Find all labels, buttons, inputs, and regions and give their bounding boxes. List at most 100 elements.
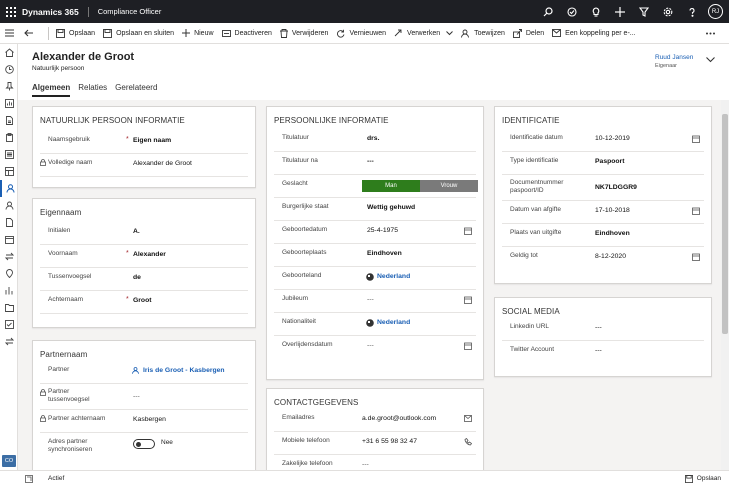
app-name[interactable]: Compliance Officer — [98, 7, 162, 16]
gear-icon[interactable] — [656, 0, 680, 23]
search-icon[interactable] — [536, 0, 560, 23]
field-row[interactable]: Datum van afgifte 17-10-2018 — [502, 201, 704, 224]
field-row[interactable]: Initialen A. — [40, 222, 248, 245]
share-button[interactable]: Delen — [509, 23, 548, 44]
hamburger-menu-icon[interactable] — [0, 29, 18, 37]
calendar-icon[interactable] — [464, 227, 472, 235]
status-save-button[interactable]: Opslaan — [684, 474, 729, 483]
refresh-button[interactable]: Vernieuwen — [332, 23, 390, 44]
field-row[interactable]: Titulatuur drs. — [274, 129, 476, 152]
app-launcher-icon[interactable] — [0, 0, 22, 23]
field-row[interactable]: Mobiele telefoon +31 6 55 98 32 47 — [274, 432, 476, 455]
calendar-icon[interactable] — [692, 135, 700, 143]
field-row[interactable]: Documentnummer paspoort/ID NK7LDGGR9 — [502, 175, 704, 201]
field-row[interactable]: Naamsgebruik * Eigen naam — [40, 131, 248, 154]
partner-link[interactable]: Iris de Groot - Kasbergen — [143, 367, 225, 374]
field-row[interactable]: Overlijdensdatum --- — [274, 336, 476, 359]
sync-toggle[interactable] — [133, 439, 155, 449]
field-row[interactable]: Type identificatie Paspoort — [502, 152, 704, 175]
save-button[interactable]: Opslaan — [52, 23, 99, 44]
calendar-icon[interactable] — [0, 231, 18, 248]
field-row[interactable]: Geboorteland Nederland — [274, 267, 476, 290]
field-value[interactable]: Paspoort — [595, 158, 624, 165]
help-icon[interactable] — [680, 0, 704, 23]
recent-icon[interactable] — [0, 61, 18, 78]
gender-man-button[interactable]: Man — [362, 180, 420, 192]
lightbulb-icon[interactable] — [584, 0, 608, 23]
home-icon[interactable] — [0, 44, 18, 61]
field-value[interactable]: Eindhoven — [595, 230, 630, 237]
process-button[interactable]: Verwerken — [390, 23, 457, 44]
calendar-icon[interactable] — [464, 342, 472, 350]
field-value[interactable]: --- — [367, 342, 374, 349]
calendar-icon[interactable] — [464, 296, 472, 304]
deactivate-button[interactable]: Deactiveren — [218, 23, 276, 44]
field-value[interactable]: NK7LDGGR9 — [595, 184, 637, 191]
field-value[interactable]: 17-10-2018 — [595, 207, 630, 214]
save-and-close-button[interactable]: Opslaan en sluiten — [99, 23, 178, 44]
field-value[interactable]: --- — [362, 461, 369, 468]
field-row[interactable]: Volledige naam Alexander de Groot — [40, 154, 248, 177]
field-row[interactable]: Linkedin URL --- — [502, 318, 704, 341]
field-row[interactable]: Adres partner synchroniseren Nee — [40, 433, 248, 459]
field-row[interactable]: Geboortedatum 25-4-1975 — [274, 221, 476, 244]
field-row[interactable]: Geslacht Man Vrouw — [274, 175, 478, 198]
document-icon[interactable] — [0, 112, 18, 129]
checklist-icon[interactable] — [0, 316, 18, 333]
task-icon[interactable] — [560, 0, 584, 23]
field-row[interactable]: Partner Iris de Groot - Kasbergen — [40, 361, 248, 384]
vertical-scrollbar[interactable] — [721, 100, 729, 470]
field-row[interactable]: Achternaam * Groot — [40, 291, 248, 314]
tab-relaties[interactable]: Relaties — [78, 83, 107, 97]
field-value[interactable]: A. — [133, 228, 140, 235]
new-button[interactable]: Nieuw — [178, 23, 217, 44]
field-row[interactable]: Burgerlijke staat Wettig gehuwd — [274, 198, 476, 221]
field-value[interactable]: +31 6 55 98 32 47 — [362, 438, 417, 445]
back-button[interactable] — [18, 23, 45, 44]
delete-button[interactable]: Verwijderen — [276, 23, 333, 44]
field-row[interactable]: Plaats van uitgifte Eindhoven — [502, 224, 704, 247]
calendar-icon[interactable] — [692, 207, 700, 215]
location-icon[interactable] — [0, 265, 18, 282]
sync-icon[interactable] — [0, 248, 18, 265]
field-row[interactable]: Geboorteplaats Eindhoven — [274, 244, 476, 267]
field-value[interactable]: drs. — [367, 135, 379, 142]
field-value[interactable]: Eindhoven — [367, 250, 402, 257]
more-commands-button[interactable] — [702, 23, 729, 44]
gender-vrouw-button[interactable]: Vrouw — [420, 180, 478, 192]
field-value[interactable]: Alexander — [133, 251, 166, 258]
field-value[interactable]: a.de.groot@outlook.com — [362, 415, 436, 422]
field-row[interactable]: Twitter Account --- — [502, 341, 704, 364]
country-link[interactable]: Nederland — [377, 273, 410, 280]
field-row[interactable]: Partner achternaam Kasbergen — [40, 410, 248, 433]
report-icon[interactable] — [0, 214, 18, 231]
field-row[interactable]: Nationaliteit Nederland — [274, 313, 476, 336]
field-value[interactable]: --- — [367, 296, 374, 303]
field-row[interactable]: Zakelijke telefoon --- — [274, 455, 476, 470]
field-row[interactable]: Voornaam * Alexander — [40, 245, 248, 268]
list-icon[interactable] — [0, 146, 18, 163]
scrollbar-thumb[interactable] — [722, 114, 728, 334]
table-icon[interactable] — [0, 163, 18, 180]
tab-algemeen[interactable]: Algemeen — [32, 83, 71, 97]
clipboard-icon[interactable] — [0, 129, 18, 146]
field-value[interactable]: Groot — [133, 297, 152, 304]
field-value[interactable]: --- — [595, 347, 602, 354]
brand-name[interactable]: Dynamics 365 — [22, 6, 89, 17]
field-value[interactable]: de — [133, 274, 141, 281]
chart-icon[interactable] — [0, 282, 18, 299]
field-row[interactable]: Identificatie datum 10-12-2019 — [502, 129, 704, 152]
field-row[interactable]: Jubileum --- — [274, 290, 476, 313]
field-row[interactable]: Geldig tot 8-12-2020 — [502, 247, 704, 270]
field-value[interactable]: Wettig gehuwd — [367, 204, 415, 211]
field-value[interactable]: 10-12-2019 — [595, 135, 630, 142]
contact-icon[interactable] — [0, 197, 18, 214]
pinned-icon[interactable] — [0, 78, 18, 95]
email-link-button[interactable]: Een koppeling per e-... — [548, 23, 639, 44]
field-value[interactable]: --- — [367, 158, 374, 165]
plus-icon[interactable] — [608, 0, 632, 23]
field-value[interactable]: 25-4-1975 — [367, 227, 398, 234]
phone-icon[interactable] — [464, 438, 472, 446]
dashboard-icon[interactable] — [0, 95, 18, 112]
field-value[interactable]: --- — [595, 324, 602, 331]
